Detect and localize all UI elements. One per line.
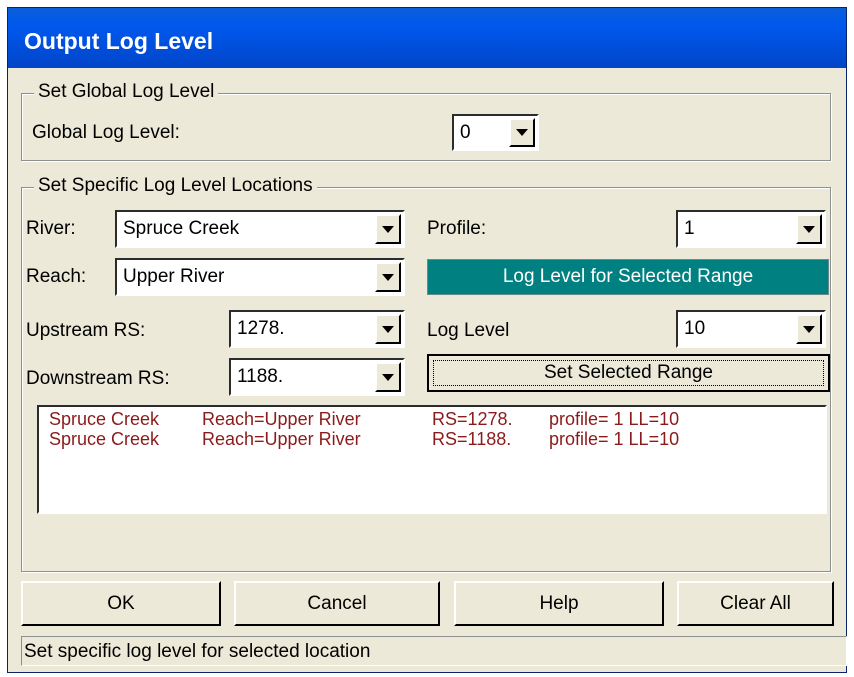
log-level-label: Log Level [427, 320, 510, 341]
global-log-level-select[interactable]: 0 [452, 114, 539, 151]
global-log-level-value: 0 [460, 121, 471, 143]
log-level-select[interactable]: 10 [676, 310, 826, 348]
chevron-down-icon[interactable] [796, 214, 822, 244]
profile-select[interactable]: 1 [676, 210, 826, 248]
entry-river: Spruce Creek [49, 429, 160, 449]
reach-label: Reach: [26, 266, 87, 287]
focus-rect [433, 360, 824, 386]
profile-value: 1 [684, 218, 695, 239]
chevron-down-icon[interactable] [509, 118, 535, 147]
output-log-level-dialog: Output Log Level Set Global Log Level Gl… [7, 7, 847, 673]
entry-reach: Reach=Upper River [202, 429, 361, 449]
upstream-rs-value: 1278. [237, 318, 285, 339]
global-log-level-label: Global Log Level: [32, 122, 180, 143]
log-locations-list[interactable]: Spruce Creek Reach=Upper River RS=1278. … [37, 405, 827, 514]
specific-log-level-group: Set Specific Log Level Locations River: … [21, 175, 831, 572]
river-select[interactable]: Spruce Creek [115, 210, 405, 248]
entry-rs: RS=1188. [432, 429, 512, 449]
downstream-rs-value: 1188. [237, 366, 284, 387]
upstream-rs-label: Upstream RS: [26, 320, 146, 341]
chevron-down-icon[interactable] [375, 314, 401, 344]
title-bar: Output Log Level [8, 8, 846, 68]
entry-river: Spruce Creek [49, 409, 160, 429]
reach-value: Upper River [123, 266, 225, 287]
entry-detail: profile= 1 LL=10 [549, 409, 680, 429]
help-button[interactable]: Help [454, 581, 664, 626]
profile-label: Profile: [427, 218, 487, 239]
river-value: Spruce Creek [123, 218, 240, 239]
list-item[interactable]: Spruce Creek Reach=Upper River RS=1188. … [49, 429, 819, 451]
set-selected-range-button[interactable]: Set Selected Range [427, 354, 830, 392]
downstream-rs-label: Downstream RS: [26, 368, 170, 389]
chevron-down-icon[interactable] [375, 214, 401, 244]
list-item[interactable]: Spruce Creek Reach=Upper River RS=1278. … [49, 409, 819, 431]
log-level-value: 10 [684, 318, 706, 339]
ok-button[interactable]: OK [21, 581, 221, 626]
range-header: Log Level for Selected Range [427, 259, 829, 295]
chevron-down-icon[interactable] [375, 362, 401, 392]
entry-rs: RS=1278. [432, 409, 513, 429]
upstream-rs-select[interactable]: 1278. [229, 310, 405, 348]
global-group-title: Set Global Log Level [34, 81, 219, 103]
reach-select[interactable]: Upper River [115, 258, 405, 296]
chevron-down-icon[interactable] [375, 262, 401, 292]
river-label: River: [26, 218, 76, 239]
entry-detail: profile= 1 LL=10 [549, 429, 680, 449]
status-text: Set specific log level for selected loca… [24, 641, 371, 662]
specific-group-title: Set Specific Log Level Locations [34, 175, 317, 197]
window-title: Output Log Level [24, 28, 214, 54]
downstream-rs-select[interactable]: 1188. [229, 358, 405, 396]
global-log-level-group: Set Global Log Level Global Log Level: 0 [21, 81, 831, 161]
cancel-button[interactable]: Cancel [234, 581, 440, 626]
chevron-down-icon[interactable] [796, 314, 822, 344]
clear-all-button[interactable]: Clear All [677, 581, 834, 626]
entry-reach: Reach=Upper River [202, 409, 361, 429]
status-bar: Set specific log level for selected loca… [21, 636, 847, 666]
